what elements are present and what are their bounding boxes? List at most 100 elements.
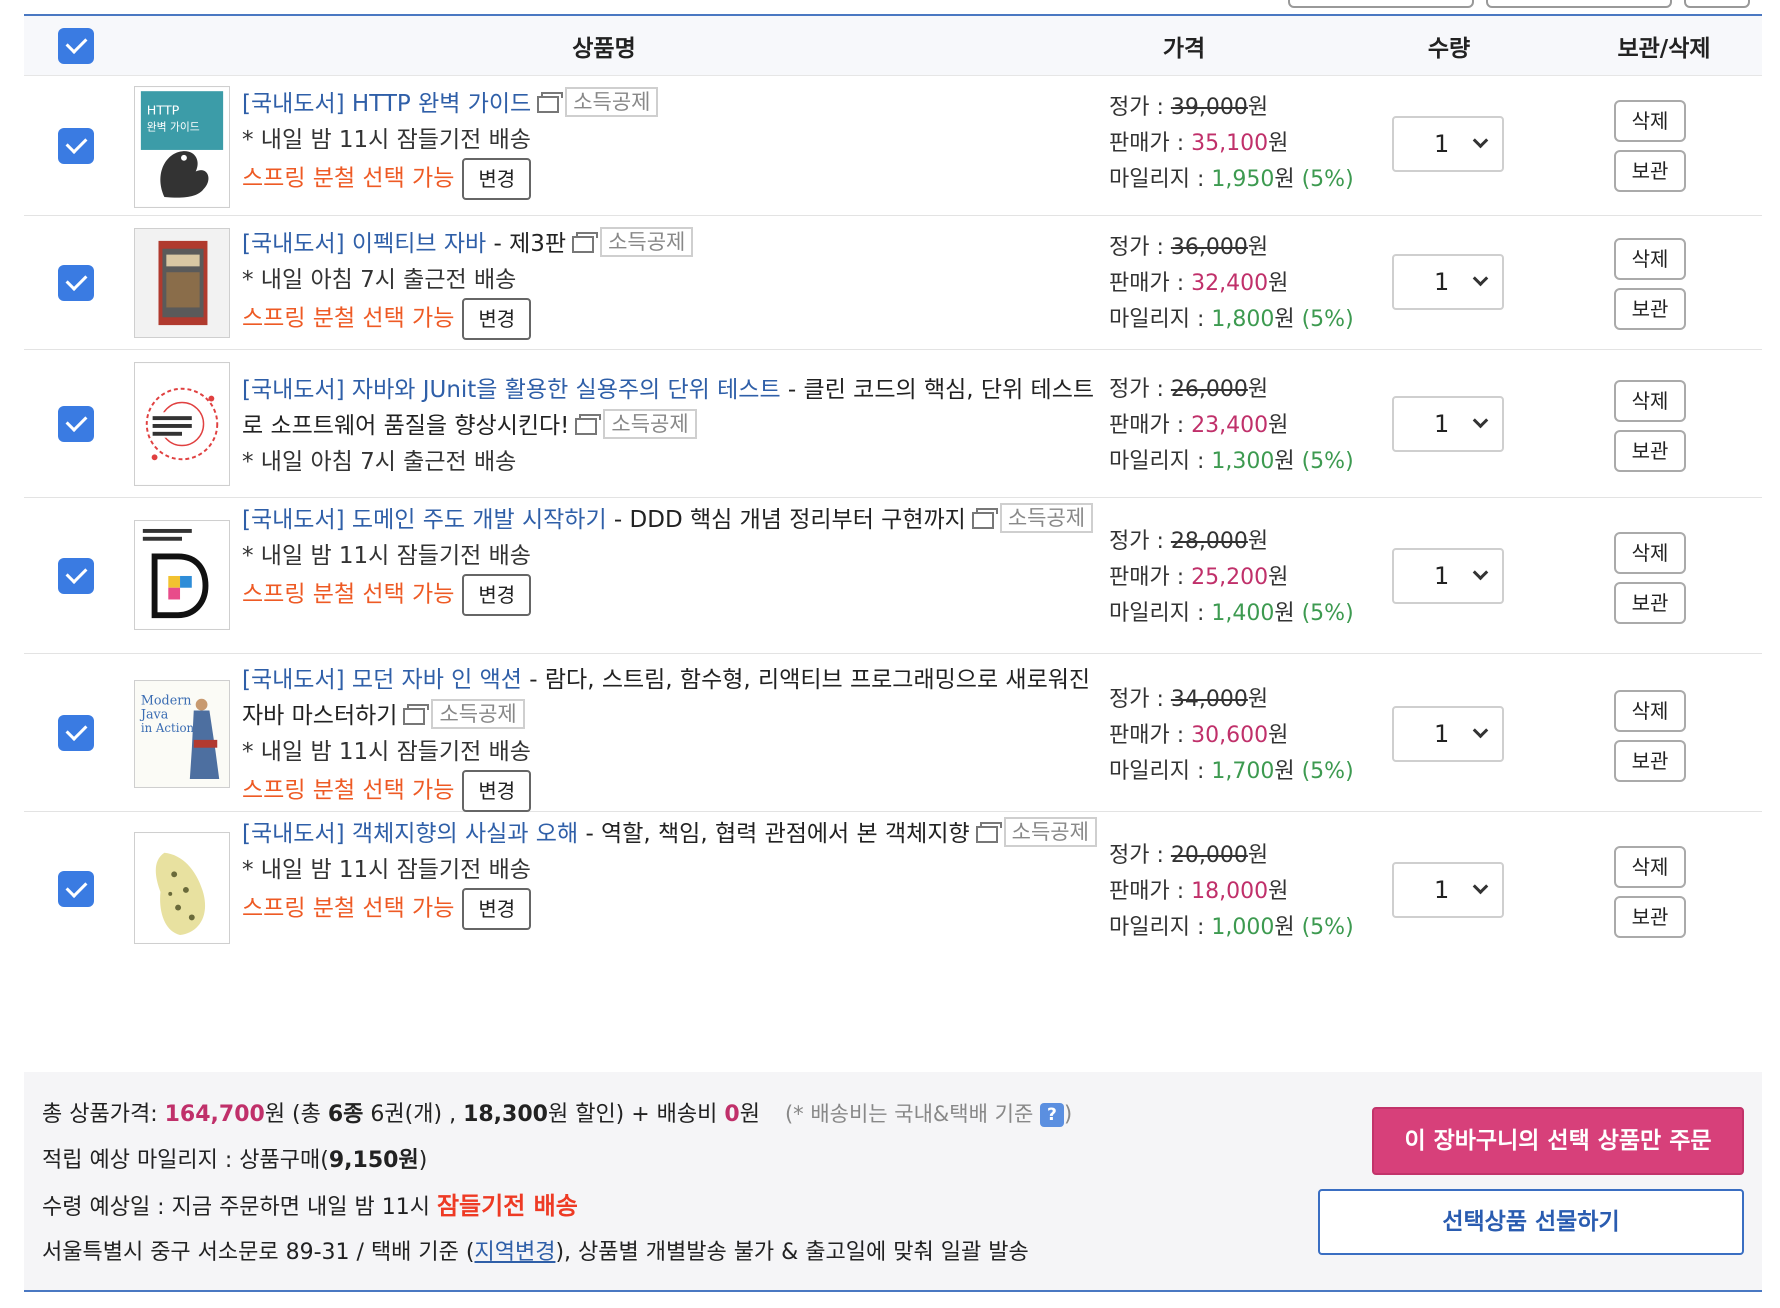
shipping-info: * 내일 밤 11시 잠들기전 배송 [242, 127, 531, 153]
change-button[interactable]: 변경 [462, 298, 532, 340]
top-button-2[interactable] [1486, 0, 1672, 8]
new-window-icon[interactable] [572, 232, 599, 253]
item-checkbox[interactable] [58, 405, 94, 442]
split-option: 스프링 분철 선택 가능 변경 [242, 158, 1112, 200]
gift-selected-button[interactable]: 선택상품 선물하기 [1318, 1189, 1744, 1255]
new-window-icon[interactable] [975, 822, 1002, 843]
new-window-icon[interactable] [971, 508, 998, 529]
price-block: 정가 : 20,000원 판매가 : 18,000원 마일리지 : 1,000원… [1109, 838, 1369, 946]
item-checkbox[interactable] [58, 871, 94, 907]
tax-deduction-tag: 소득공제 [600, 227, 694, 257]
book-cover-image[interactable] [134, 520, 230, 630]
item-title-link[interactable]: [국내도서] 도메인 주도 개발 시작하기 [242, 507, 607, 533]
price-block: 정가 : 36,000원 판매가 : 32,400원 마일리지 : 1,800원… [1109, 230, 1369, 338]
quantity-select[interactable]: 1 [1392, 548, 1504, 604]
book-cover-image[interactable] [134, 832, 230, 944]
cart-item-row: [국내도서] 자바와 JUnit을 활용한 실용주의 단위 테스트 - 클린 코… [24, 350, 1762, 498]
tax-deduction-tag: 소득공제 [565, 87, 659, 117]
tax-deduction-tag: 소득공제 [431, 699, 525, 729]
change-region-link[interactable]: 지역변경 [474, 1240, 555, 1265]
cart-item-row: HTTP 완벽 가이드 [국내도서] HTTP 완벽 가이드 소득공제 * 내일 … [24, 76, 1762, 216]
price-block: 정가 : 28,000원 판매가 : 25,200원 마일리지 : 1,400원… [1109, 524, 1369, 632]
shipping-note: (* 배송비는 국내&택배 기준 ?) [784, 1102, 1073, 1127]
chevron-down-icon [1472, 412, 1489, 429]
delete-button[interactable]: 삭제 [1614, 238, 1686, 280]
new-window-icon[interactable] [537, 92, 564, 113]
book-cover-image[interactable]: HTTP 완벽 가이드 [134, 86, 230, 208]
item-checkbox[interactable] [58, 127, 94, 164]
quantity-select[interactable]: 1 [1392, 116, 1504, 172]
quantity-select[interactable]: 1 [1392, 706, 1504, 762]
item-title-link[interactable]: [국내도서] HTTP 완벽 가이드 [242, 91, 531, 117]
mileage: 마일리지 : 1,300원 (5%) [1109, 449, 1354, 474]
delete-button[interactable]: 삭제 [1614, 380, 1686, 422]
sale-price: 판매가 : 32,400원 [1109, 271, 1289, 296]
shipping-info: * 내일 밤 11시 잠들기전 배송 [242, 739, 531, 765]
item-info: [국내도서] 객체지향의 사실과 오해 - 역할, 책임, 협력 관점에서 본 … [242, 816, 1112, 930]
keep-button[interactable]: 보관 [1614, 288, 1686, 330]
keep-button[interactable]: 보관 [1614, 150, 1686, 192]
item-subtitle: - 제3판 [486, 231, 567, 257]
mileage: 마일리지 : 1,000원 (5%) [1109, 915, 1354, 940]
list-price: 정가 : 36,000원 [1109, 235, 1269, 260]
quantity-select[interactable]: 1 [1392, 254, 1504, 310]
book-cover-image[interactable] [134, 362, 230, 486]
keep-button[interactable]: 보관 [1614, 582, 1686, 624]
split-option: 스프링 분철 선택 가능 변경 [242, 888, 1112, 930]
new-window-icon[interactable] [575, 414, 602, 435]
delete-button[interactable]: 삭제 [1614, 690, 1686, 732]
shipping-info: * 내일 아침 7시 출근전 배송 [242, 267, 517, 293]
price-block: 정가 : 26,000원 판매가 : 23,400원 마일리지 : 1,300원… [1109, 372, 1369, 480]
item-title-link[interactable]: [국내도서] 객체지향의 사실과 오해 [242, 821, 578, 847]
sale-price: 판매가 : 23,400원 [1109, 413, 1289, 438]
chevron-down-icon [1472, 270, 1489, 287]
select-all-checkbox[interactable] [58, 27, 94, 64]
price-block: 정가 : 34,000원 판매가 : 30,600원 마일리지 : 1,700원… [1109, 682, 1369, 790]
book-cover-image[interactable] [134, 228, 230, 338]
keep-button[interactable]: 보관 [1614, 430, 1686, 472]
list-price: 정가 : 26,000원 [1109, 377, 1269, 402]
sale-price: 판매가 : 35,100원 [1109, 131, 1289, 156]
quantity-select[interactable]: 1 [1392, 862, 1504, 918]
mileage-line: 적립 예상 마일리지 : 상품구매(9,150원) [42, 1148, 428, 1173]
change-button[interactable]: 변경 [462, 770, 532, 812]
item-checkbox[interactable] [58, 714, 94, 751]
delete-button[interactable]: 삭제 [1614, 532, 1686, 574]
top-button-1[interactable] [1288, 0, 1474, 8]
split-option: 스프링 분철 선택 가능 변경 [242, 298, 1112, 340]
item-title-link[interactable]: [국내도서] 이펙티브 자바 [242, 231, 486, 257]
header-qty: 수량 [1427, 35, 1471, 62]
cart-summary: 총 상품가격: 164,700원 (총 6종 6권(개) , 18,300원 할… [24, 1072, 1762, 1292]
svg-text:in Action: in Action [141, 721, 195, 735]
split-label: 스프링 분철 선택 가능 [242, 895, 455, 922]
help-icon[interactable]: ? [1039, 1103, 1064, 1127]
new-window-icon[interactable] [403, 704, 430, 725]
change-button[interactable]: 변경 [462, 574, 532, 616]
list-price: 정가 : 28,000원 [1109, 529, 1269, 554]
split-label: 스프링 분철 선택 가능 [242, 777, 455, 804]
shipping-info: * 내일 아침 7시 출근전 배송 [242, 449, 517, 475]
item-title-link[interactable]: [국내도서] 자바와 JUnit을 활용한 실용주의 단위 테스트 [242, 377, 781, 403]
quantity-select[interactable]: 1 [1392, 396, 1504, 452]
change-button[interactable]: 변경 [462, 158, 532, 200]
item-title-link[interactable]: [국내도서] 모던 자바 인 액션 [242, 667, 522, 693]
sale-price: 판매가 : 30,600원 [1109, 723, 1289, 748]
book-cover-image[interactable]: Modern Java in Action [134, 680, 230, 788]
item-title-line: [국내도서] 자바와 JUnit을 활용한 실용주의 단위 테스트 - 클린 코… [242, 372, 1112, 444]
shipping-info: * 내일 밤 11시 잠들기전 배송 [242, 543, 531, 569]
order-selected-button[interactable]: 이 장바구니의 선택 상품만 주문 [1372, 1107, 1744, 1175]
keep-button[interactable]: 보관 [1614, 896, 1686, 938]
keep-button[interactable]: 보관 [1614, 740, 1686, 782]
delete-button[interactable]: 삭제 [1614, 100, 1686, 142]
item-actions: 삭제 보관 [1614, 100, 1686, 200]
top-button-3[interactable] [1684, 0, 1750, 8]
list-price: 정가 : 34,000원 [1109, 687, 1269, 712]
item-checkbox[interactable] [58, 264, 94, 301]
change-button[interactable]: 변경 [462, 888, 532, 930]
cart-item-row: [국내도서] 객체지향의 사실과 오해 - 역할, 책임, 협력 관점에서 본 … [24, 812, 1762, 966]
split-option: 스프링 분철 선택 가능 변경 [242, 770, 1112, 812]
header-action: 보관/삭제 [1617, 35, 1711, 62]
item-checkbox[interactable] [58, 557, 94, 594]
item-actions: 삭제 보관 [1614, 532, 1686, 632]
delete-button[interactable]: 삭제 [1614, 846, 1686, 888]
